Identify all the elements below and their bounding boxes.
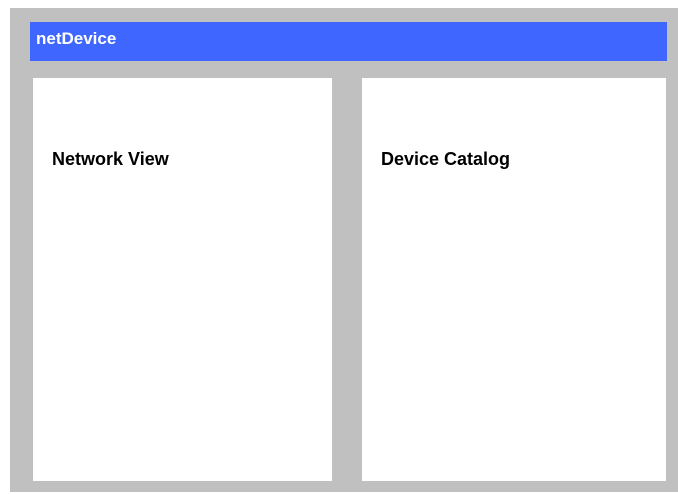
network-view-title: Network View bbox=[52, 149, 169, 169]
app-title: netDevice bbox=[36, 29, 117, 48]
app-title-bar: netDevice bbox=[30, 22, 667, 61]
network-view-panel[interactable]: Network View bbox=[33, 78, 332, 481]
device-catalog-panel[interactable]: Device Catalog bbox=[362, 78, 666, 481]
device-catalog-title: Device Catalog bbox=[381, 149, 511, 169]
app-window: netDevice Network View Device Catalog bbox=[10, 8, 678, 492]
